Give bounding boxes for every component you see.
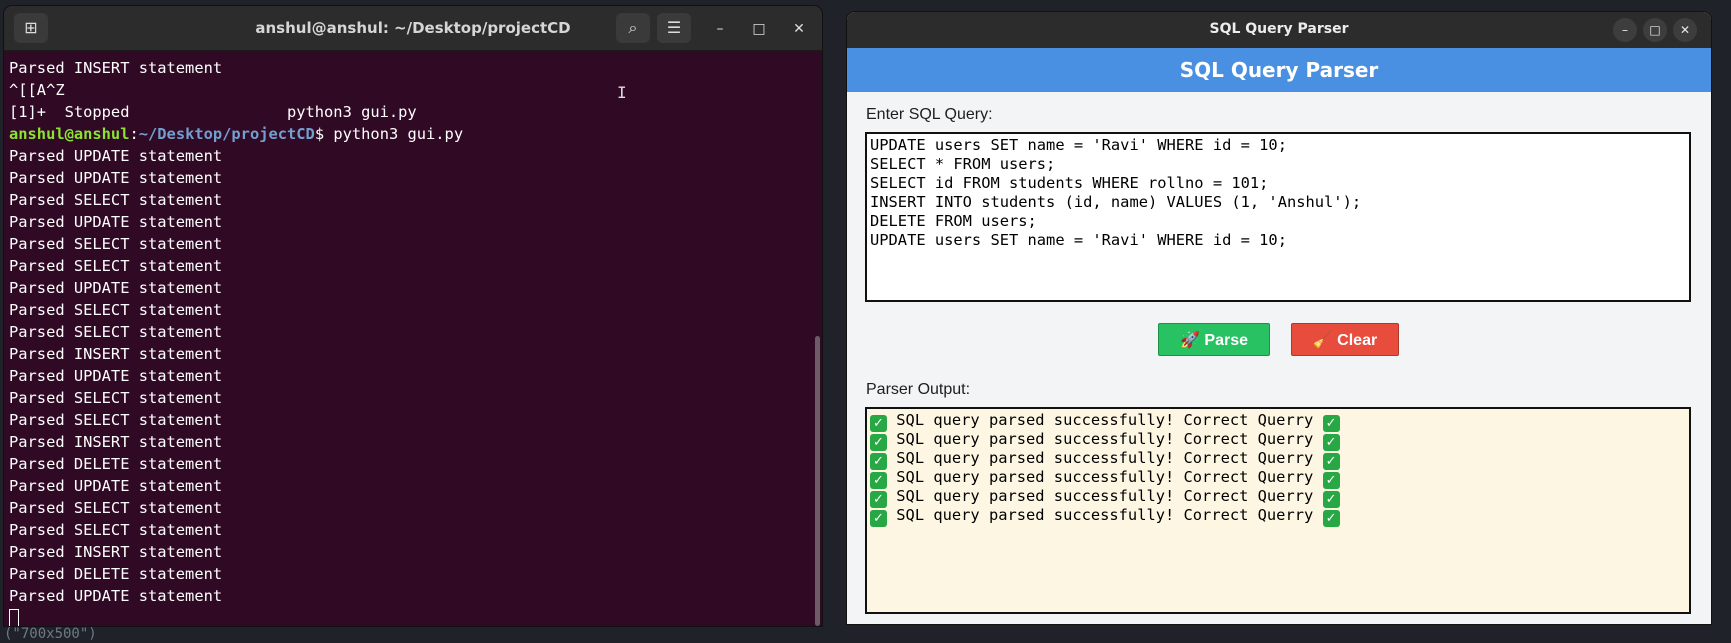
- terminal-line: Parsed SELECT statement: [9, 257, 223, 275]
- terminal-line: Parsed SELECT statement: [9, 521, 223, 539]
- check-icon: ✓: [870, 510, 887, 527]
- terminal-line: Parsed UPDATE statement: [9, 279, 223, 297]
- hamburger-menu-icon[interactable]: ☰: [657, 13, 691, 43]
- terminal-line: Parsed SELECT statement: [9, 411, 223, 429]
- desktop-background-text: ("700x500"): [4, 626, 97, 642]
- close-icon[interactable]: ✕: [1673, 18, 1697, 42]
- prompt-user: anshul@anshul: [9, 125, 130, 143]
- app-header: SQL Query Parser: [847, 48, 1711, 92]
- sql-parser-window[interactable]: SQL Query Parser – □ ✕ SQL Query Parser …: [847, 12, 1711, 624]
- terminal-cursor: [9, 609, 19, 626]
- output-text: SQL query parsed successfully! Correct Q…: [896, 506, 1314, 524]
- search-icon[interactable]: ⌕: [616, 13, 650, 43]
- minimize-icon[interactable]: –: [1613, 18, 1637, 42]
- terminal-line: ^[[A^Z: [9, 81, 65, 99]
- text-cursor-icon: I: [617, 83, 627, 102]
- terminal-prompt-line: anshul@anshul:~/Desktop/projectCD$ pytho…: [9, 123, 812, 145]
- terminal-line: Parsed SELECT statement: [9, 323, 223, 341]
- maximize-icon[interactable]: □: [1643, 18, 1667, 42]
- parse-button-label: Parse: [1204, 332, 1248, 349]
- output-line: ✓ SQL query parsed successfully! Correct…: [870, 430, 1686, 451]
- query-label: Enter SQL Query:: [866, 106, 993, 123]
- terminal-line: Parsed UPDATE statement: [9, 587, 223, 605]
- parser-output[interactable]: ✓ SQL query parsed successfully! Correct…: [865, 407, 1691, 614]
- prompt-command: python3 gui.py: [333, 125, 464, 143]
- output-line: ✓ SQL query parsed successfully! Correct…: [870, 506, 1686, 527]
- terminal-line: Parsed INSERT statement: [9, 543, 223, 561]
- terminal-titlebar[interactable]: ⊞ anshul@anshul: ~/Desktop/projectCD ⌕ ☰…: [4, 6, 822, 51]
- output-text: SQL query parsed successfully! Correct Q…: [896, 487, 1314, 505]
- output-line: ✓ SQL query parsed successfully! Correct…: [870, 449, 1686, 470]
- output-text: SQL query parsed successfully! Correct Q…: [896, 430, 1314, 448]
- broom-icon: 🧹: [1312, 332, 1333, 349]
- terminal-line: Parsed SELECT statement: [9, 301, 223, 319]
- terminal-output[interactable]: Parsed INSERT statement ^[[A^Z [1]+ Stoppe…: [4, 51, 812, 626]
- sql-window-titlebar[interactable]: SQL Query Parser – □ ✕: [847, 12, 1711, 48]
- query-line: UPDATE users SET name = 'Ravi' WHERE id …: [870, 136, 1287, 154]
- terminal-line: Parsed UPDATE statement: [9, 169, 223, 187]
- terminal-cursor-line: [9, 607, 812, 626]
- check-icon: ✓: [1322, 510, 1340, 527]
- output-line: ✓ SQL query parsed successfully! Correct…: [870, 487, 1686, 508]
- terminal-line: Parsed INSERT statement: [9, 345, 223, 363]
- minimize-icon[interactable]: –: [709, 18, 731, 40]
- query-line: SELECT id FROM students WHERE rollno = 1…: [870, 174, 1269, 192]
- query-line: INSERT INTO students (id, name) VALUES (…: [870, 193, 1362, 211]
- terminal-line: Parsed DELETE statement: [9, 455, 223, 473]
- terminal-line: Parsed UPDATE statement: [9, 147, 223, 165]
- query-line: UPDATE users SET name = 'Ravi' WHERE id …: [870, 231, 1287, 249]
- prompt-path: ~/Desktop/projectCD: [138, 125, 315, 143]
- terminal-line: [1]+ Stopped python3 gui.py: [9, 103, 417, 121]
- terminal-line: Parsed SELECT statement: [9, 235, 223, 253]
- query-line: DELETE FROM users;: [870, 212, 1037, 230]
- terminal-title: anshul@anshul: ~/Desktop/projectCD: [255, 19, 571, 37]
- prompt-suffix: $: [314, 125, 334, 143]
- terminal-line: Parsed INSERT statement: [9, 59, 223, 77]
- maximize-icon[interactable]: □: [748, 18, 770, 40]
- terminal-line: Parsed SELECT statement: [9, 389, 223, 407]
- terminal-line: Parsed UPDATE statement: [9, 367, 223, 385]
- terminal-line: Parsed UPDATE statement: [9, 477, 223, 495]
- output-text: SQL query parsed successfully! Correct Q…: [896, 468, 1314, 486]
- query-line: SELECT * FROM users;: [870, 155, 1056, 173]
- output-text: SQL query parsed successfully! Correct Q…: [896, 411, 1314, 429]
- parse-button[interactable]: 🚀 Parse: [1158, 323, 1270, 356]
- clear-button[interactable]: 🧹 Clear: [1291, 323, 1399, 356]
- terminal-line: Parsed DELETE statement: [9, 565, 223, 583]
- output-label: Parser Output:: [866, 381, 971, 398]
- terminal-scrollbar[interactable]: [815, 336, 820, 626]
- rocket-icon: 🚀: [1180, 332, 1200, 349]
- terminal-line: Parsed SELECT statement: [9, 191, 223, 209]
- output-line: ✓ SQL query parsed successfully! Correct…: [870, 468, 1686, 489]
- clear-button-label: Clear: [1337, 332, 1378, 349]
- output-line: ✓ SQL query parsed successfully! Correct…: [870, 411, 1686, 432]
- terminal-window[interactable]: ⊞ anshul@anshul: ~/Desktop/projectCD ⌕ ☰…: [4, 6, 822, 626]
- terminal-line: Parsed INSERT statement: [9, 433, 223, 451]
- output-text: SQL query parsed successfully! Correct Q…: [896, 449, 1314, 467]
- terminal-line: Parsed UPDATE statement: [9, 213, 223, 231]
- terminal-line: Parsed SELECT statement: [9, 499, 223, 517]
- prompt-separator: :: [129, 125, 139, 143]
- query-input[interactable]: UPDATE users SET name = 'Ravi' WHERE id …: [865, 132, 1691, 302]
- close-icon[interactable]: ✕: [788, 18, 810, 40]
- sql-window-title: SQL Query Parser: [1209, 21, 1349, 37]
